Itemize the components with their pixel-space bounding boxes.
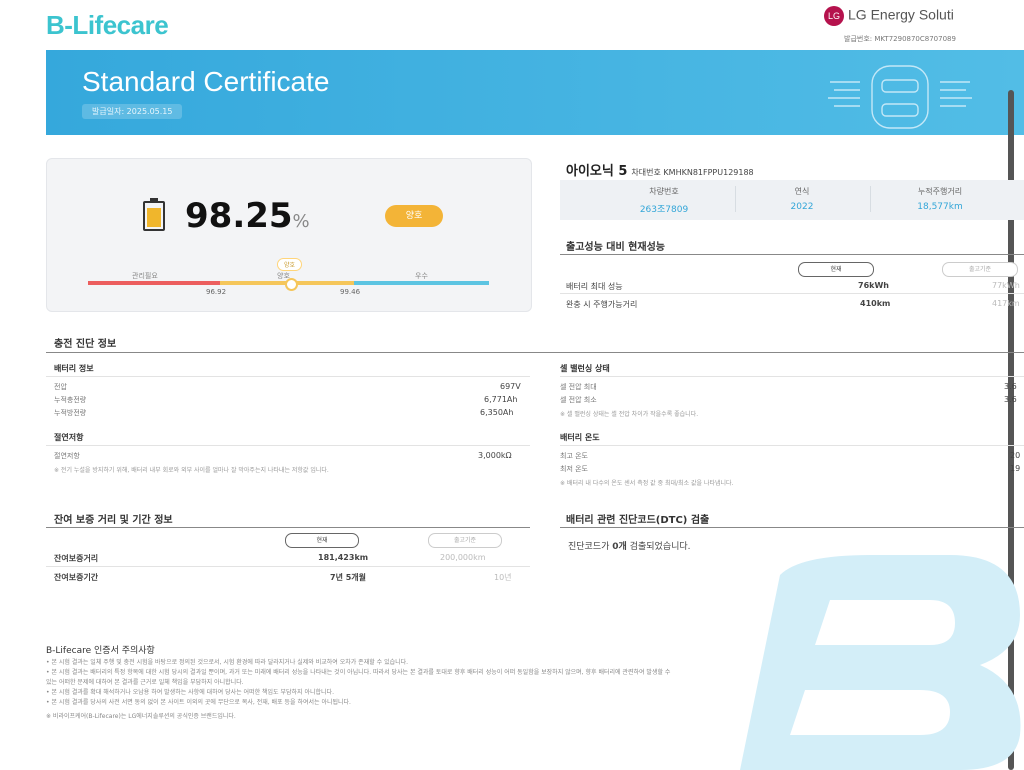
insulation-label: 절연저항 <box>54 452 80 460</box>
divider <box>560 445 1024 446</box>
threshold-high: 99.46 <box>340 288 361 296</box>
warranty-title: 잔여 보증 거리 및 기간 정보 <box>54 515 173 526</box>
notice-item: • 본 시험 결과를 당사의 사전 서면 동의 없이 본 사이트 이외의 곳에 … <box>46 699 351 706</box>
cell-balance-label: 셀 전압 최소 <box>560 396 597 404</box>
battery-info-title: 배터리 정보 <box>54 364 94 373</box>
battery-info-value: 6,771Ah <box>484 395 518 404</box>
dtc-result: 진단코드가 0개 검출되었습니다. <box>568 542 691 552</box>
cell-balance-note: ※ 셀 밸런싱 상태는 셀 전압 차이가 작을수록 좋습니다. <box>560 411 699 418</box>
notice-item: • 본 시험 결과는 일체 주행 및 충전 시험을 바탕으로 정의된 것으로서,… <box>46 659 409 666</box>
car-icon <box>828 65 972 129</box>
battery-info-value: 6,350Ah <box>480 408 514 417</box>
battery-info-label: 누적충전량 <box>54 396 87 404</box>
battery-info-label: 전압 <box>54 383 67 391</box>
company-name: LG Energy Soluti <box>848 6 954 23</box>
warranty-row-new: 200,000km <box>440 553 486 562</box>
b-watermark-logo <box>740 555 1021 770</box>
divider <box>46 445 530 446</box>
notice-list: • 본 시험 결과는 일체 주행 및 충전 시험을 바탕으로 정의된 것으로서,… <box>46 658 676 722</box>
b-lifecare-logo: B-Lifecare <box>46 10 169 40</box>
cell-balance-label: 셀 전압 최대 <box>560 383 597 391</box>
divider <box>46 352 1024 353</box>
battery-health-percent: 98.25% <box>185 196 310 236</box>
bar-segment-bad <box>88 281 220 285</box>
dtc-title: 배터리 관련 진단코드(DTC) 검출 <box>566 515 710 526</box>
grade-marker-tag: 양호 <box>277 258 303 271</box>
perf-row-current: 410km <box>860 299 891 308</box>
divider <box>46 566 530 567</box>
issue-date: 발급일자: 2025.05.15 <box>82 104 183 119</box>
warranty-row-new: 10년 <box>494 573 512 582</box>
vehicle-year: 연식 2022 <box>790 187 814 212</box>
grade-badge: 양호 <box>385 205 443 227</box>
lg-energy-logo: LG LG Energy Soluti <box>824 6 1024 26</box>
divider <box>46 376 530 377</box>
notice-footer: ※ 비라이프케어(B-Lifecare)는 LG에너지솔루션의 공식인증 브랜드… <box>46 713 236 720</box>
certificate-title: Standard Certificate <box>82 66 330 97</box>
bar-label-excellent: 우수 <box>415 272 428 280</box>
insulation-value: 3,000kΩ <box>478 451 512 460</box>
perf-row-label: 배터리 최대 성능 <box>566 282 623 291</box>
lg-logo-icon: LG <box>824 6 844 26</box>
issue-number: 발급번호: MKT7290870C8707089 <box>844 35 956 43</box>
perf-row-current: 76kWh <box>858 281 889 290</box>
cell-balance-value: 3.6 <box>1004 382 1017 391</box>
divider <box>46 527 530 528</box>
insulation-title: 절연저항 <box>54 433 84 442</box>
notice-title: B-Lifecare 인증서 주의사항 <box>46 646 155 656</box>
perf-row-new: 417km <box>992 299 1020 308</box>
battery-info-value: 697V <box>500 382 521 391</box>
battery-temp-value: 20 <box>1010 451 1021 460</box>
perf-title: 출고성능 대비 현재성능 <box>566 242 665 253</box>
cell-balance-value: 3.6 <box>1004 395 1017 404</box>
divider <box>870 186 871 212</box>
cell-balance-title: 셀 밸런싱 상태 <box>560 364 610 373</box>
bar-label-bad: 관리필요 <box>132 272 158 280</box>
battery-temp-value: 19 <box>1010 464 1021 473</box>
warranty-toggle-new[interactable]: 출고기준 <box>428 533 502 548</box>
warranty-row-current: 181,423km <box>318 553 369 562</box>
perf-row-label: 완충 시 주행가능거리 <box>566 300 638 309</box>
threshold-low: 96.92 <box>206 288 227 296</box>
vehicle-model: 아이오닉 5 차대번호 KMHKN81FPPU129188 <box>566 164 754 179</box>
battery-temp-label: 최저 온도 <box>560 465 588 473</box>
divider <box>735 186 736 212</box>
warranty-row-label: 잔여보증기간 <box>54 573 99 582</box>
battery-info-label: 누적방전량 <box>54 409 87 417</box>
divider <box>560 376 1024 377</box>
perf-row-new: 77kWh <box>992 281 1020 290</box>
divider <box>560 254 1024 255</box>
battery-temp-note: ※ 배터리 내 다수의 온도 센서 측정 값 중 최대/최소 값을 나타냅니다. <box>560 480 734 487</box>
divider <box>560 293 1024 294</box>
perf-toggle-new[interactable]: 출고기준 <box>942 262 1018 277</box>
health-marker <box>285 278 298 291</box>
charge-section-title: 충전 진단 정보 <box>54 339 117 350</box>
perf-toggle-current[interactable]: 현재 <box>798 262 874 277</box>
battery-temp-label: 최고 온도 <box>560 452 588 460</box>
vehicle-plate: 차량번호 263조7809 <box>639 187 689 215</box>
notice-item: • 본 시험 결과는 배터리의 특정 항목에 대한 시험 당시의 결과일 뿐이며… <box>46 669 671 686</box>
insulation-note: ※ 전기 누설을 방지하기 위해, 배터리 내부 회로와 외부 사이를 얼마나 … <box>54 467 329 474</box>
divider <box>560 527 1024 528</box>
battery-temp-title: 배터리 온도 <box>560 433 600 442</box>
notice-item: • 본 시험 결과를 확대 해석하거나 오남용 하여 발생하는 사항에 대하여 … <box>46 689 334 696</box>
bar-segment-excellent <box>354 281 489 285</box>
warranty-toggle-current[interactable]: 현재 <box>285 533 359 548</box>
vehicle-mileage: 누적주행거리 18,577km <box>917 187 963 212</box>
battery-icon <box>143 198 165 231</box>
warranty-row-current: 7년 5개월 <box>330 573 366 582</box>
warranty-row-label: 잔여보증거리 <box>54 554 99 563</box>
